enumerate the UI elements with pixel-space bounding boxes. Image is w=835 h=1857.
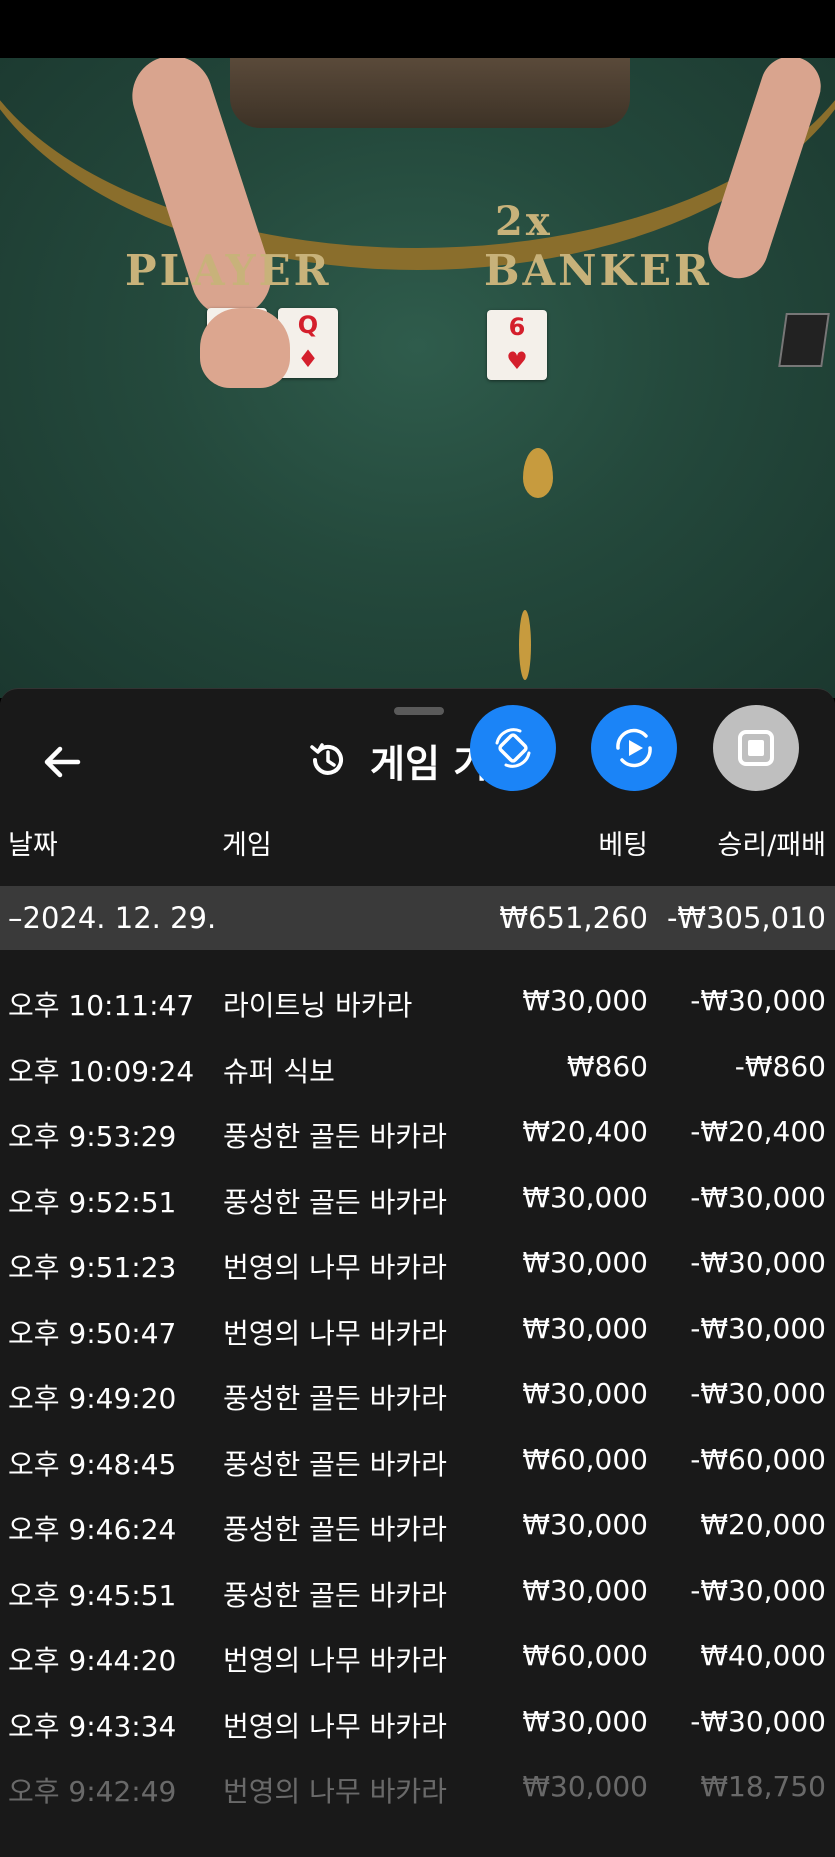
row-time: 오후 9:50:47 bbox=[8, 1316, 177, 1350]
row-game: 풍성한 골든 바카라 bbox=[223, 1382, 447, 1415]
date-group-date: –2024. 12. 29. bbox=[8, 901, 217, 935]
row-result: -₩30,000 bbox=[690, 1377, 826, 1410]
row-result: ₩40,000 bbox=[700, 1639, 826, 1672]
row-time: 오후 9:48:45 bbox=[8, 1447, 177, 1481]
column-header-result: 승리/패배 bbox=[717, 830, 826, 861]
table-row[interactable]: 오후 9:50:47 번영의 나무 바카라 ₩30,000 -₩30,000 bbox=[0, 1298, 835, 1363]
row-result: -₩860 bbox=[734, 1049, 826, 1083]
row-time: 오후 9:51:23 bbox=[8, 1251, 177, 1284]
dealer bbox=[230, 58, 630, 128]
row-game: 풍성한 골든 바카라 bbox=[223, 1447, 447, 1481]
row-result: -₩30,000 bbox=[690, 1573, 826, 1607]
gold-leaf-icon bbox=[519, 610, 531, 680]
live-game-video[interactable]: 2x PLAYER BANKER 10 ♥ Q ♦ 6 ♥ bbox=[0, 58, 835, 698]
history-icon bbox=[307, 739, 349, 781]
banker-multiplier-label: 2x bbox=[495, 198, 553, 245]
date-group-row[interactable]: –2024. 12. 29. ₩651,260 -₩305,010 bbox=[0, 886, 835, 950]
row-result: ₩18,750 bbox=[700, 1770, 826, 1803]
table-row[interactable]: 오후 10:09:24 슈퍼 식보 ₩860 -₩860 bbox=[0, 1036, 835, 1101]
table-row[interactable]: 오후 9:53:29 풍성한 골든 바카라 ₩20,400 -₩20,400 bbox=[0, 1101, 835, 1166]
row-bet: ₩30,000 bbox=[522, 1246, 648, 1279]
row-bet: ₩60,000 bbox=[522, 1639, 648, 1672]
row-bet: ₩30,000 bbox=[522, 1180, 648, 1214]
row-bet: ₩860 bbox=[566, 1049, 648, 1083]
rotate-icon bbox=[495, 728, 531, 768]
table-row[interactable]: 오후 9:45:51 풍성한 골든 바카라 ₩30,000 -₩30,000 bbox=[0, 1560, 835, 1625]
row-time: 오후 9:45:51 bbox=[8, 1578, 177, 1612]
table-row[interactable]: 오후 9:51:23 번영의 나무 바카라 ₩30,000 -₩30,000 bbox=[0, 1232, 835, 1297]
row-result: -₩30,000 bbox=[690, 1180, 826, 1214]
game-history-sheet: 게임 기록 날짜 게임 베팅 승리/패배 –2024. 12. 29. ₩651… bbox=[0, 688, 835, 1857]
banker-card-1: 6 ♥ bbox=[487, 310, 547, 380]
row-game: 풍성한 골든 바카라 bbox=[223, 1120, 447, 1153]
row-bet: ₩30,000 bbox=[522, 1311, 648, 1345]
column-header-bet: 베팅 bbox=[598, 830, 648, 861]
table-row[interactable]: 오후 10:11:47 라이트닝 바카라 ₩30,000 -₩30,000 bbox=[0, 970, 835, 1035]
table-row[interactable]: 오후 9:46:24 풍성한 골든 바카라 ₩30,000 ₩20,000 bbox=[0, 1494, 835, 1559]
row-result: -₩30,000 bbox=[690, 984, 826, 1017]
row-game: 풍성한 골든 바카라 bbox=[223, 1578, 447, 1612]
row-bet: ₩30,000 bbox=[522, 984, 648, 1017]
row-time: 오후 9:46:24 bbox=[8, 1513, 177, 1546]
row-bet: ₩30,000 bbox=[522, 1377, 648, 1410]
card-suit: ♥ bbox=[506, 347, 528, 375]
banker-label: BANKER bbox=[484, 246, 712, 295]
status-bar bbox=[0, 0, 835, 58]
table-row[interactable]: 오후 9:44:20 번영의 나무 바카라 ₩60,000 ₩40,000 bbox=[0, 1625, 835, 1690]
row-bet: ₩20,400 bbox=[522, 1115, 648, 1148]
row-result: ₩20,000 bbox=[700, 1508, 826, 1541]
player-label: PLAYER bbox=[125, 246, 332, 295]
date-group-result-total: -₩305,010 bbox=[666, 901, 826, 935]
row-game: 풍성한 골든 바카라 bbox=[223, 1513, 447, 1546]
back-button[interactable] bbox=[38, 737, 88, 787]
row-result: -₩30,000 bbox=[690, 1311, 826, 1345]
row-game: 번영의 나무 바카라 bbox=[223, 1251, 447, 1284]
row-game: 라이트닝 바카라 bbox=[223, 989, 413, 1022]
row-game: 번영의 나무 바카라 bbox=[223, 1775, 447, 1808]
table-row[interactable]: 오후 9:49:20 풍성한 골든 바카라 ₩30,000 -₩30,000 bbox=[0, 1363, 835, 1428]
row-bet: ₩30,000 bbox=[522, 1573, 648, 1607]
stop-button[interactable] bbox=[713, 705, 799, 791]
row-time: 오후 9:52:51 bbox=[8, 1185, 177, 1219]
row-time: 오후 10:09:24 bbox=[8, 1054, 195, 1088]
row-bet: ₩60,000 bbox=[522, 1442, 648, 1476]
row-time: 오후 9:49:20 bbox=[8, 1382, 177, 1415]
stop-icon bbox=[738, 730, 774, 766]
row-result: -₩60,000 bbox=[690, 1442, 826, 1476]
table-row[interactable]: 오후 9:52:51 풍성한 골든 바카라 ₩30,000 -₩30,000 bbox=[0, 1167, 835, 1232]
replay-icon bbox=[616, 728, 652, 768]
drag-handle[interactable] bbox=[394, 707, 444, 715]
row-game: 번영의 나무 바카라 bbox=[223, 1709, 447, 1743]
row-game: 슈퍼 식보 bbox=[223, 1054, 335, 1088]
back-arrow-icon bbox=[44, 746, 81, 778]
column-header-date: 날짜 bbox=[8, 830, 58, 861]
row-time: 오후 10:11:47 bbox=[8, 989, 195, 1022]
row-result: -₩20,400 bbox=[690, 1115, 826, 1148]
table-row[interactable]: 오후 9:42:49 번영의 나무 바카라 ₩30,000 ₩18,750 bbox=[0, 1756, 835, 1821]
row-bet: ₩30,000 bbox=[522, 1704, 648, 1738]
date-group-bet-total: ₩651,260 bbox=[499, 901, 648, 935]
row-result: -₩30,000 bbox=[690, 1246, 826, 1279]
table-row[interactable]: 오후 9:43:34 번영의 나무 바카라 ₩30,000 -₩30,000 bbox=[0, 1691, 835, 1756]
row-game: 풍성한 골든 바카라 bbox=[223, 1185, 447, 1219]
row-bet: ₩30,000 bbox=[522, 1770, 648, 1803]
row-game: 번영의 나무 바카라 bbox=[223, 1316, 447, 1350]
row-result: -₩30,000 bbox=[690, 1704, 826, 1738]
table-row[interactable]: 오후 9:48:45 풍성한 골든 바카라 ₩60,000 -₩60,000 bbox=[0, 1429, 835, 1494]
row-time: 오후 9:44:20 bbox=[8, 1644, 177, 1677]
row-time: 오후 9:53:29 bbox=[8, 1120, 177, 1153]
row-time: 오후 9:42:49 bbox=[8, 1775, 177, 1808]
card-rank: 6 bbox=[508, 313, 526, 341]
card-shoe bbox=[778, 313, 830, 367]
row-game: 번영의 나무 바카라 bbox=[223, 1644, 447, 1677]
table-header: 날짜 게임 베팅 승리/패배 bbox=[0, 807, 835, 867]
gold-leaf-icon bbox=[523, 448, 553, 498]
dealer-hand bbox=[200, 308, 290, 388]
rotate-button[interactable] bbox=[470, 705, 556, 791]
row-time: 오후 9:43:34 bbox=[8, 1709, 177, 1743]
replay-button[interactable] bbox=[591, 705, 677, 791]
row-bet: ₩30,000 bbox=[522, 1508, 648, 1541]
column-header-game: 게임 bbox=[222, 830, 272, 861]
